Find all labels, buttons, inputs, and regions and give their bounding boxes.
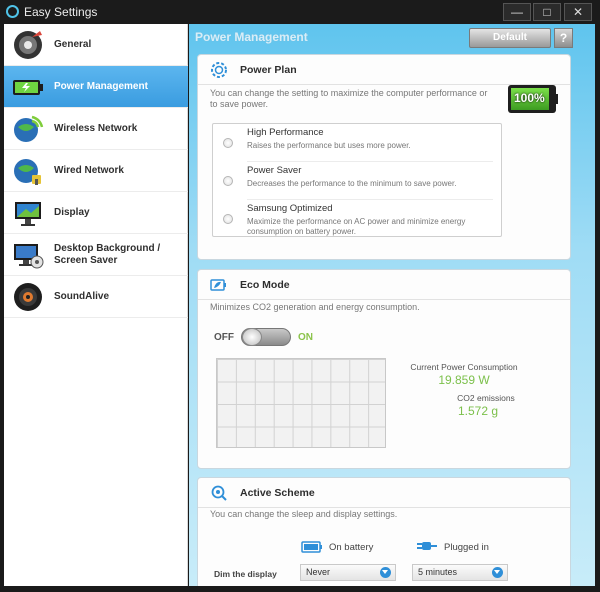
sidebar: General Power Management Wireless Networ… <box>4 24 188 586</box>
battery-indicator: 100% <box>508 85 558 113</box>
sidebar-item-label: General <box>54 39 92 50</box>
eco-off-label: OFF <box>214 332 234 343</box>
plan-option-samsung-optimized[interactable]: Samsung Optimized Maximize the performan… <box>213 200 501 238</box>
close-button[interactable]: ✕ <box>564 3 592 21</box>
plan-option-desc: Decreases the performance to the minimum… <box>247 179 457 188</box>
sidebar-item-label: Power Management <box>54 81 148 92</box>
plan-option-name: Samsung Optimized <box>247 203 333 214</box>
radio-button[interactable] <box>223 214 233 224</box>
page-title: Power Management <box>195 30 308 44</box>
sidebar-item-wireless-network[interactable]: Wireless Network <box>4 108 188 150</box>
wired-globe-icon <box>14 159 41 185</box>
plan-option-power-saver[interactable]: Power Saver Decreases the performance to… <box>213 162 501 200</box>
maximize-button[interactable]: □ <box>533 3 561 21</box>
dim-on-battery-select[interactable]: Never <box>300 564 396 581</box>
sidebar-item-label: SoundAlive <box>54 291 110 302</box>
desktop-icon <box>14 244 44 269</box>
dim-plugged-in-value: 5 minutes <box>418 567 458 577</box>
active-scheme-title: Active Scheme <box>240 487 315 499</box>
help-button[interactable]: ? <box>554 28 573 48</box>
plan-option-high-performance[interactable]: High Performance Raises the performance … <box>213 124 501 162</box>
monitor-icon <box>15 202 41 226</box>
battery-small-icon <box>301 541 322 553</box>
plugged-in-label: Plugged in <box>444 542 489 553</box>
sidebar-item-label: Wireless Network <box>54 123 138 134</box>
wireless-globe-icon <box>14 115 44 142</box>
eco-mode-description: Minimizes CO2 generation and energy cons… <box>210 302 420 312</box>
power-usage-graph <box>216 358 386 448</box>
co2-label: CO2 emissions <box>457 393 515 403</box>
general-icon <box>14 31 42 59</box>
dim-on-battery-value: Never <box>306 567 331 577</box>
dim-plugged-in-select[interactable]: 5 minutes <box>412 564 508 581</box>
current-power-value: 19.859 W <box>438 373 490 387</box>
sidebar-item-label: Wired Network <box>54 165 124 176</box>
plug-icon <box>417 542 437 550</box>
speaker-icon <box>14 283 42 311</box>
power-plan-panel: Power Plan You can change the setting to… <box>197 54 571 260</box>
eco-mode-leaf-icon <box>210 279 226 291</box>
sidebar-item-label: Display <box>54 207 90 218</box>
radio-button[interactable] <box>223 176 233 186</box>
radio-button[interactable] <box>223 138 233 148</box>
power-plan-description: You can change the setting to maximize t… <box>210 88 488 109</box>
sidebar-item-display[interactable]: Display <box>4 192 188 234</box>
app-logo-icon <box>6 5 19 18</box>
eco-on-label: ON <box>298 332 313 343</box>
current-power-label: Current Power Consumption <box>410 362 518 372</box>
power-plan-header: Power Plan <box>198 55 570 85</box>
chevron-down-icon[interactable] <box>492 567 503 578</box>
plan-option-desc: Raises the performance but uses more pow… <box>247 141 411 150</box>
active-scheme-panel: Active Scheme You can change the sleep a… <box>197 477 571 586</box>
sidebar-item-label-line1: Desktop Background / <box>54 243 161 254</box>
active-scheme-description: You can change the sleep and display set… <box>210 509 398 519</box>
chevron-down-icon[interactable] <box>380 567 391 578</box>
dim-display-label: Dim the display <box>214 569 277 579</box>
sidebar-item-wired-network[interactable]: Wired Network <box>4 150 188 192</box>
plan-option-name: High Performance <box>247 127 324 138</box>
co2-value: 1.572 g <box>457 404 499 418</box>
sidebar-item-label-line2: Screen Saver <box>54 255 118 266</box>
app-window: Easy Settings — □ ✕ General Power Manage… <box>0 0 600 592</box>
battery-icon <box>13 80 43 95</box>
plan-option-desc: Maximize the performance on AC power and… <box>247 217 466 236</box>
active-scheme-search-icon <box>211 485 227 501</box>
eco-mode-title: Eco Mode <box>240 279 290 291</box>
sidebar-item-power-management[interactable]: Power Management <box>4 66 188 108</box>
window-title: Easy Settings <box>24 5 98 19</box>
eco-mode-panel: Eco Mode Minimizes CO2 generation and en… <box>197 269 571 469</box>
sidebar-item-desktop-background[interactable]: Desktop Background / Screen Saver <box>4 234 188 276</box>
default-button[interactable]: Default <box>469 28 551 48</box>
on-battery-label: On battery <box>329 542 374 553</box>
plan-option-name: Power Saver <box>247 165 302 176</box>
sidebar-item-general[interactable]: General <box>4 24 188 66</box>
battery-percent: 100% <box>514 91 545 105</box>
battery-tip <box>554 94 558 104</box>
minimize-button[interactable]: — <box>503 3 531 21</box>
eco-mode-header: Eco Mode <box>198 270 570 300</box>
sidebar-item-soundalive[interactable]: SoundAlive <box>4 276 188 318</box>
toggle-knob[interactable] <box>242 328 262 346</box>
power-plan-title: Power Plan <box>240 64 297 76</box>
active-scheme-header: Active Scheme <box>198 478 570 508</box>
power-plan-gear-icon <box>211 62 227 78</box>
title-bar: Easy Settings — □ ✕ <box>0 0 600 24</box>
eco-mode-toggle[interactable] <box>241 328 291 346</box>
power-plan-options: High Performance Raises the performance … <box>212 123 502 237</box>
sidebar-item-label: Desktop Background / Screen Saver <box>54 243 160 267</box>
content-area: Power Management Default ? Power Plan Yo… <box>189 24 595 586</box>
